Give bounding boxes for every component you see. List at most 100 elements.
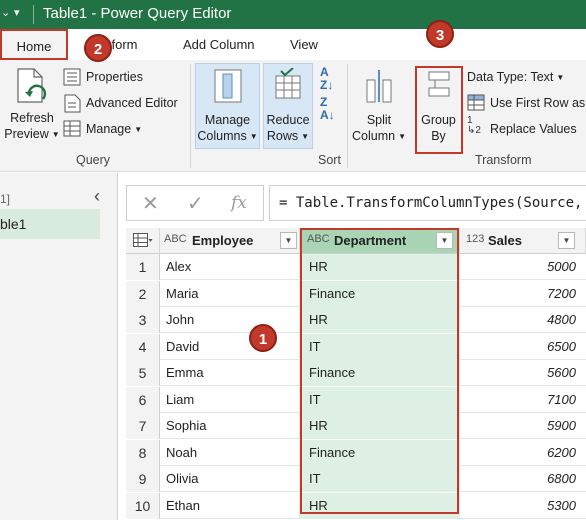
table-row[interactable]: 4 David IT 6500 [126,333,586,360]
cell-department[interactable]: Finance [300,439,460,466]
advanced-editor-button[interactable]: Advanced Editor [86,96,178,110]
table-row[interactable]: 6 Liam IT 7100 [126,386,586,413]
replace-values-button[interactable]: Replace Values [490,122,577,136]
cell-employee[interactable]: Noah [160,439,300,466]
cell-employee[interactable]: Alex [160,254,300,280]
column-name-employee: Employee [192,233,254,248]
properties-icon [63,68,81,86]
column-filter-dropdown-icon[interactable]: ▼ [558,232,575,249]
cell-sales[interactable]: 5300 [460,493,580,519]
cell-employee[interactable]: Olivia [160,466,300,492]
cell-employee[interactable]: David [160,333,300,360]
refresh-preview-button[interactable]: Refresh Preview ▼ [4,66,60,148]
table-row[interactable]: 5 Emma Finance 5600 [126,360,586,386]
manage-dropdown-caret-icon[interactable]: ▼ [134,125,142,134]
split-column-button[interactable]: Split Column ▼ [352,66,406,148]
advanced-editor-icon [64,94,81,113]
cell-sales[interactable]: 6500 [460,334,580,360]
cell-department[interactable]: Finance [300,280,460,307]
manage-columns-caret-icon[interactable]: ▼ [250,132,258,141]
collapse-chevron-icon[interactable]: ‹ [94,186,100,207]
table-menu-icon [133,233,153,247]
formula-bar-buttons: ✕ ✓ fx [126,185,264,221]
tab-add-column[interactable]: Add Column [183,29,255,60]
properties-button[interactable]: Properties [86,70,143,84]
commit-formula-icon[interactable]: ✓ [187,191,204,216]
step-marker-1: 1 [249,324,277,352]
cell-employee[interactable]: Maria [160,280,300,307]
column-name-department: Department [334,233,407,248]
table-row[interactable]: 8 Noah Finance 6200 [126,439,586,466]
number-type-icon: 123 [466,233,485,245]
cell-sales[interactable]: 5600 [460,360,580,386]
cell-department[interactable]: IT [300,333,460,360]
manage-button[interactable]: Manage [86,122,131,136]
cell-sales[interactable]: 6200 [460,440,580,466]
cell-employee[interactable]: Emma [160,360,300,386]
manage-columns-label-1: Manage [204,113,251,127]
tab-view[interactable]: View [290,29,318,60]
formula-input[interactable]: = Table.TransformColumnTypes(Source, [269,185,586,221]
cell-employee[interactable]: Sophia [160,413,300,439]
cell-department[interactable]: HR [300,413,460,439]
queries-pane: 1] ‹ ble1 [0,173,118,520]
cell-department[interactable]: IT [300,466,460,492]
table-row[interactable]: 2 Maria Finance 7200 [126,280,586,307]
use-first-row-button[interactable]: Use First Row as [490,96,585,110]
cell-department[interactable]: HR [300,307,460,333]
function-fx-icon[interactable]: fx [231,193,247,213]
column-header-department[interactable]: ABC Department ▼ [300,228,460,254]
cell-department[interactable]: HR [300,254,460,280]
cell-sales[interactable]: 6800 [460,466,580,492]
table-row[interactable]: 7 Sophia HR 5900 [126,413,586,439]
row-index: 8 [126,439,160,466]
split-column-caret-icon[interactable]: ▼ [398,132,406,141]
column-header-employee[interactable]: ABC Employee ▼ [160,228,300,254]
column-filter-dropdown-icon[interactable]: ▼ [436,232,453,249]
cell-employee[interactable]: John [160,307,300,333]
split-column-label-1: Split [366,113,392,127]
refresh-dropdown-caret-icon[interactable]: ▼ [52,130,60,139]
step-marker-3: 3 [426,20,454,48]
data-grid: ABC Employee ▼ ABC Department ▼ 123 Sale… [126,228,586,520]
table-row[interactable]: 9 Olivia IT 6800 [126,466,586,492]
column-header-sales[interactable]: 123 Sales ▼ [460,228,586,254]
customize-toolbar-icon[interactable]: ▾ [14,6,20,19]
cell-department[interactable]: Finance [300,360,460,386]
cell-department[interactable]: HR [300,492,460,519]
cell-employee[interactable]: Ethan [160,492,300,519]
column-filter-dropdown-icon[interactable]: ▼ [280,232,297,249]
window-title: Table1 - Power Query Editor [43,5,232,22]
query-item-table1[interactable]: ble1 [0,209,100,239]
cell-sales[interactable]: 5900 [460,413,580,439]
reduce-rows-icon [275,68,301,99]
reduce-rows-caret-icon[interactable]: ▼ [301,132,309,141]
split-column-label-2: Column [352,129,396,143]
reduce-rows-button[interactable]: Reduce Rows ▼ [263,66,313,148]
cell-sales[interactable]: 4800 [460,307,580,333]
sort-ascending-icon[interactable]: A Z↓ [320,66,333,92]
quick-access-chevron-icon[interactable]: ⌄ [1,6,10,19]
query-item-label: ble1 [0,216,27,232]
tab-home[interactable]: Home [0,29,68,60]
table-row[interactable]: 10 Ethan HR 5300 [126,492,586,519]
split-column-icon [366,70,392,103]
cancel-formula-icon[interactable]: ✕ [142,191,159,216]
group-by-red-highlight [415,66,463,154]
table-menu-header[interactable] [126,228,160,254]
cell-department[interactable]: IT [300,386,460,413]
row-index: 9 [126,466,160,492]
cell-employee[interactable]: Liam [160,386,300,413]
data-type-dropdown[interactable]: Data Type: Text [467,70,553,84]
cell-sales[interactable]: 5000 [460,254,580,280]
cell-sales[interactable]: 7200 [460,281,580,307]
reduce-rows-label-2: Rows [266,129,299,143]
table-row[interactable]: 1 Alex HR 5000 [126,254,586,280]
cell-sales[interactable]: 7100 [460,387,580,413]
sort-descending-icon[interactable]: Z A↓ [320,96,335,122]
transform-group-label: Transform [475,153,532,167]
table-row[interactable]: 3 John HR 4800 [126,307,586,333]
manage-columns-button[interactable]: Manage Columns ▼ [195,66,260,148]
data-type-caret-icon[interactable]: ▼ [556,73,564,82]
row-index: 5 [126,360,160,386]
